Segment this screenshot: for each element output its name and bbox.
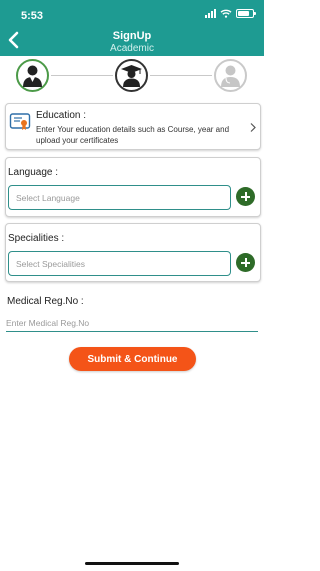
step-profile [16,59,49,92]
doctor-stethoscope-icon [221,65,240,87]
education-title: Education : [36,110,87,121]
language-select[interactable] [8,185,231,210]
progress-steps [0,56,264,96]
medical-reg-label: Medical Reg.No : [7,296,84,307]
graduate-icon [121,65,142,87]
battery-icon [236,9,256,18]
signup-academic-screen: 5:53 SignUp Academic Education: Enter Y… [0,0,264,571]
certificate-icon [9,113,31,130]
specialities-select[interactable] [8,251,231,276]
status-time: 5:53 [21,10,44,22]
chevron-right-icon [250,123,256,132]
doctor-avatar-icon [23,65,42,87]
step-connector [51,75,113,76]
cellular-signal-icon [205,9,216,18]
header-bar: 5:53 SignUp Academic [0,0,264,56]
home-indicator [85,562,179,565]
submit-continue-button[interactable]: Submit & Continue [69,347,196,371]
language-section: Language : [5,157,261,217]
step-academic [115,59,148,92]
wifi-icon [220,9,232,18]
step-professional [214,59,247,92]
page-subtitle: Academic [110,43,154,54]
page-title: SignUp [112,30,152,42]
education-card[interactable]: Education : Enter Your education details… [5,103,261,150]
status-icons [205,9,256,18]
education-description: Enter Your education details such as Cou… [36,125,230,145]
step-connector [150,75,212,76]
specialities-section: Specialities : [5,223,261,282]
medical-reg-input[interactable] [6,315,258,332]
add-speciality-button[interactable] [236,253,255,272]
language-label: Language : [8,167,59,178]
add-language-button[interactable] [236,187,255,206]
specialities-label: Specialities : [8,233,65,244]
